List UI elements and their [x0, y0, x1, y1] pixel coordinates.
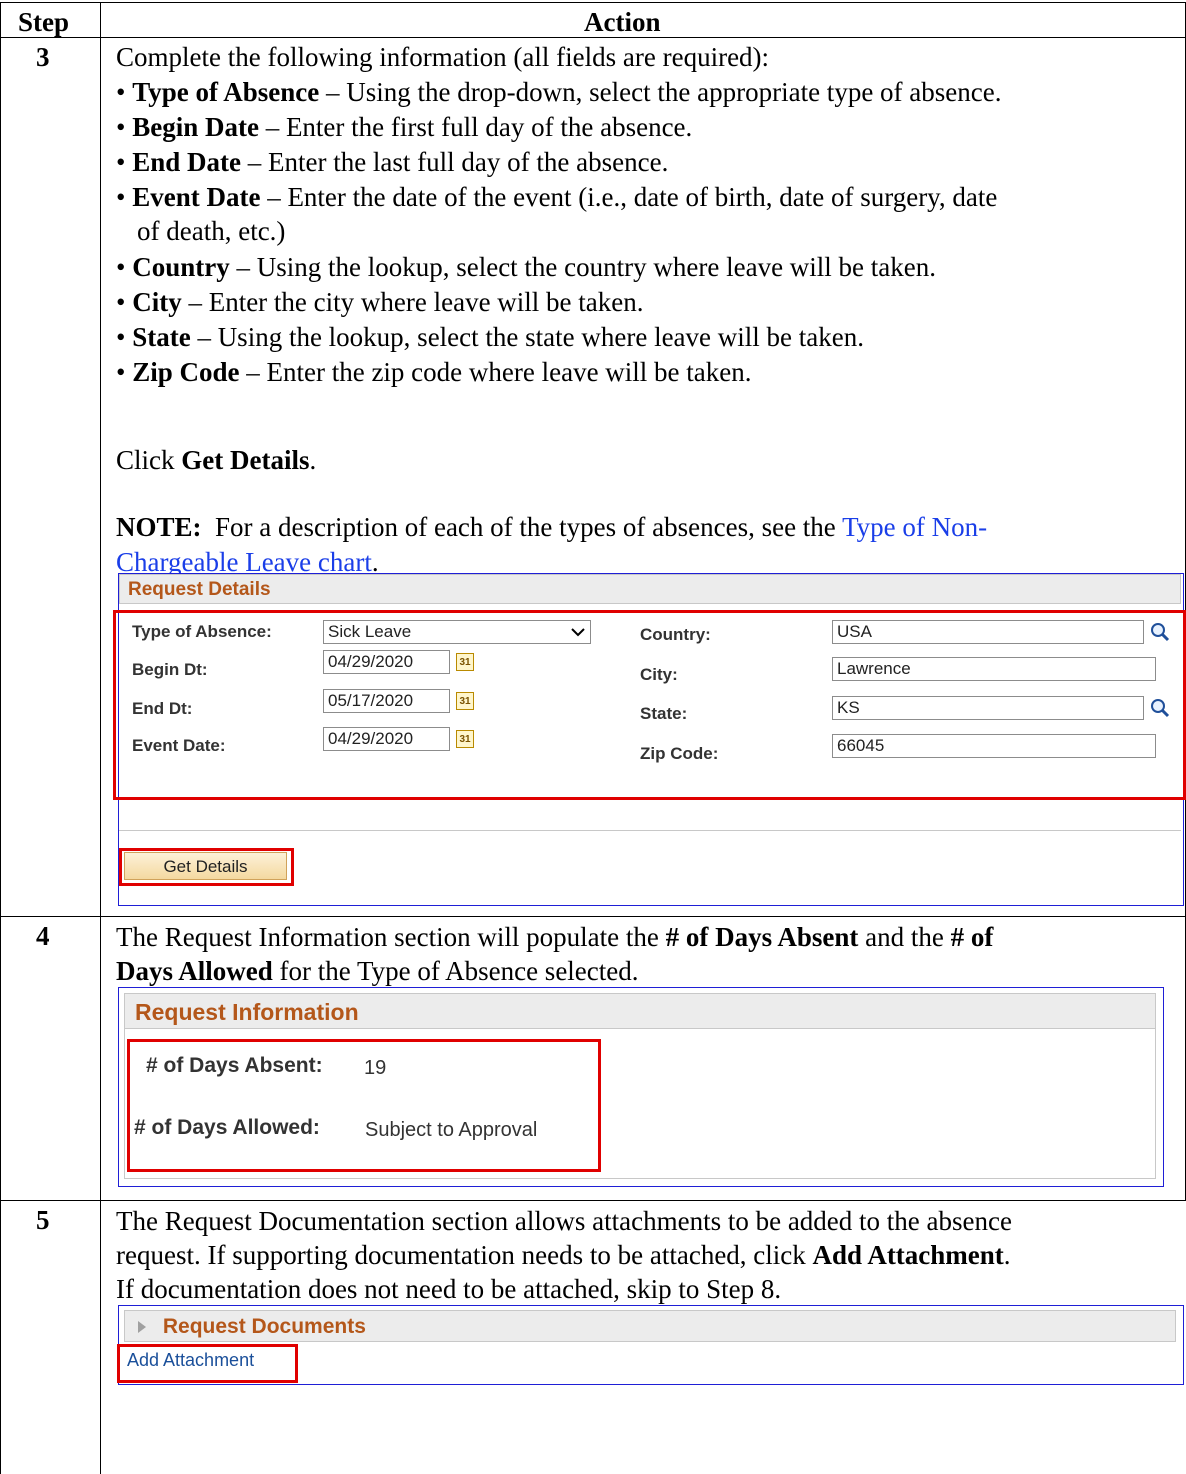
request-information-header: Request Information — [124, 993, 1156, 1029]
step3-intro: Complete the following information (all … — [116, 42, 770, 72]
days-allowed-value: Subject to Approval — [365, 1119, 538, 1141]
city-label: City: — [640, 665, 678, 684]
search-icon[interactable] — [1149, 621, 1171, 643]
row4-bottom-border — [0, 1200, 1186, 1201]
type-of-absence-label: Type of Absence: — [132, 622, 272, 641]
type-of-leave-link[interactable]: Type of Non- — [842, 512, 987, 542]
begin-dt-label: Begin Dt: — [132, 660, 208, 679]
calendar-icon[interactable]: 31 — [456, 692, 474, 710]
bullet-zip-code: • Zip Code – Enter the zip code where le… — [116, 357, 752, 387]
state-label: State: — [640, 704, 688, 723]
step-number-4: 4 — [36, 921, 50, 951]
header-step: Step — [18, 7, 70, 37]
get-details-button[interactable]: Get Details — [124, 852, 287, 880]
step-number-5: 5 — [36, 1205, 50, 1235]
chevron-down-icon — [571, 628, 585, 637]
step5-line-2: request. If supporting documentation nee… — [116, 1240, 1011, 1270]
type-of-absence-select[interactable]: Sick Leave — [323, 620, 591, 644]
bullet-city: • City – Enter the city where leave will… — [116, 287, 644, 317]
calendar-icon[interactable]: 31 — [456, 730, 474, 748]
column-divider — [100, 2, 101, 1474]
begin-dt-input[interactable]: 04/29/2020 — [323, 650, 450, 674]
calendar-icon[interactable]: 31 — [456, 653, 474, 671]
zip-code-input[interactable]: 66045 — [832, 734, 1156, 758]
bullet-state: • State – Using the lookup, select the s… — [116, 322, 864, 352]
bullet-begin-date: • Begin Date – Enter the first full day … — [116, 112, 693, 142]
city-input[interactable]: Lawrence — [832, 657, 1156, 681]
event-date-label: Event Date: — [132, 736, 226, 755]
table-top-border — [0, 2, 1186, 3]
step5-line-3: If documentation does not need to be att… — [116, 1274, 782, 1304]
step4-line-2: Days Allowed for the Type of Absence sel… — [116, 956, 639, 986]
days-absent-label: # of Days Absent: — [146, 1054, 323, 1077]
bullet-type-of-absence: • Type of Absence – Using the drop-down,… — [116, 77, 1002, 107]
end-dt-input[interactable]: 05/17/2020 — [323, 689, 450, 713]
bullet-event-date: • Event Date – Enter the date of the eve… — [116, 182, 998, 212]
header-action: Action — [584, 7, 661, 37]
days-allowed-label: # of Days Allowed: — [134, 1116, 320, 1139]
state-input[interactable]: KS — [832, 696, 1144, 720]
zip-code-label: Zip Code: — [640, 744, 719, 763]
search-icon[interactable] — [1149, 697, 1171, 719]
click-get-details-instruction: Click Get Details. — [116, 445, 317, 475]
add-attachment-link[interactable]: Add Attachment — [127, 1350, 254, 1371]
bullet-end-date: • End Date – Enter the last full day of … — [116, 147, 669, 177]
step4-line-1: The Request Information section will pop… — [116, 922, 994, 952]
bullet-event-date-cont: of death, etc.) — [137, 216, 286, 246]
country-input[interactable]: USA — [832, 620, 1144, 644]
note-line-1: NOTE: For a description of each of the t… — [116, 512, 988, 542]
row3-bottom-border — [0, 916, 1186, 917]
country-label: Country: — [640, 625, 711, 644]
bullet-country: • Country – Using the lookup, select the… — [116, 252, 937, 282]
table-left-border — [0, 2, 1, 1474]
days-absent-value: 19 — [364, 1057, 387, 1079]
request-details-header: Request Details — [119, 574, 1181, 604]
end-dt-label: End Dt: — [132, 699, 193, 718]
request-documents-header[interactable]: Request Documents — [124, 1310, 1176, 1342]
expand-arrow-icon — [138, 1321, 146, 1333]
request-documents-title: Request Documents — [162, 1315, 366, 1338]
step5-line-1: The Request Documentation section allows… — [116, 1206, 1012, 1236]
step-number-3: 3 — [36, 42, 50, 72]
event-date-input[interactable]: 04/29/2020 — [323, 727, 450, 751]
